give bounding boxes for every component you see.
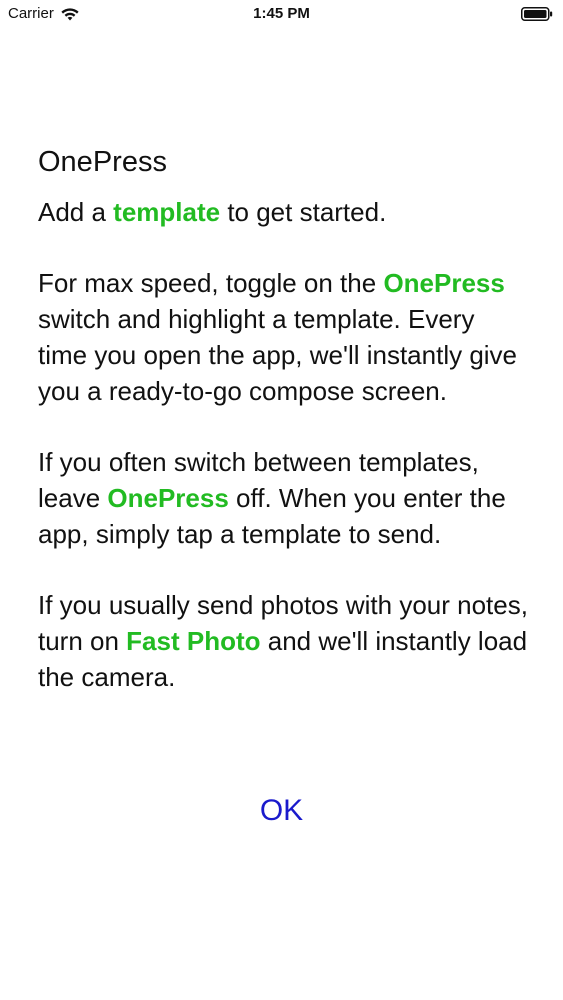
paragraph-fast-photo: If you usually send photos with your not… [38,587,528,695]
highlight-template: template [113,197,221,227]
paragraph-onepress-on: For max speed, toggle on the OnePress sw… [38,265,528,409]
paragraph-intro: Add a template to get started. [38,194,528,230]
status-time: 1:45 PM [253,5,310,22]
highlight-onepress: OnePress [383,268,505,298]
battery-icon [521,7,553,21]
text: Add a [38,197,114,227]
dialog-content: OnePress Add a template to get started. … [38,140,528,730]
text: For max speed, toggle on the [38,268,384,298]
highlight-fast-photo: Fast Photo [126,626,261,656]
highlight-onepress: OnePress [107,483,229,513]
text: switch and highlight a template. Every t… [38,304,518,406]
ok-button[interactable]: OK [248,790,315,832]
text: to get started. [220,197,387,227]
dialog-title: OnePress [38,146,167,178]
status-bar: Carrier 1:45 PM [0,0,563,30]
paragraph-onepress-off: If you often switch between templates, l… [38,444,528,552]
ok-button-wrap: OK [0,790,563,832]
